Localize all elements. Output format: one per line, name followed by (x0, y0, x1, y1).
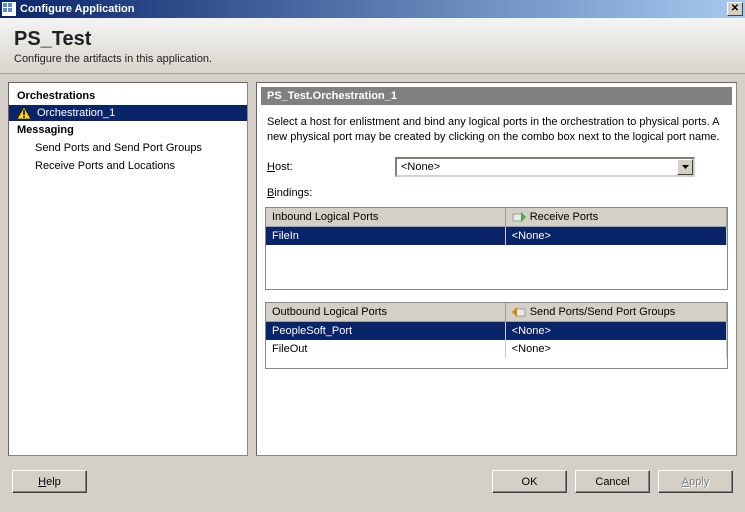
outbound-row-port: PeopleSoft_Port (266, 322, 506, 340)
window-title: Configure Application (20, 3, 727, 15)
bindings-label: Bindings: (261, 185, 732, 201)
apply-button[interactable]: Apply (658, 470, 733, 493)
dialog-header: PS_Test Configure the artifacts in this … (0, 18, 745, 74)
main-area: Orchestrations Orchestration_1 Messaging… (0, 74, 745, 464)
outbound-grid-body: PeopleSoft_Port <None> FileOut <None> (266, 322, 727, 368)
page-subtitle: Configure the artifacts in this applicat… (14, 53, 731, 65)
app-icon (2, 2, 16, 16)
host-row: Host: <None> (261, 155, 732, 179)
outbound-grid: Outbound Logical Ports Send Ports/Send P… (265, 302, 728, 369)
inbound-col-receive: Receive Ports (506, 208, 727, 227)
outbound-col-send: Send Ports/Send Port Groups (506, 303, 727, 322)
content-title: PS_Test.Orchestration_1 (261, 87, 732, 105)
nav-section-orchestrations: Orchestrations (9, 87, 247, 105)
outbound-row[interactable]: PeopleSoft_Port <None> (266, 322, 727, 340)
host-combo[interactable]: <None> (395, 157, 695, 177)
outbound-row-value: <None> (506, 340, 727, 358)
nav-item-receive-ports[interactable]: Receive Ports and Locations (9, 157, 247, 175)
receive-port-icon (512, 211, 526, 223)
title-bar: Configure Application ✕ (0, 0, 745, 18)
nav-item-orchestration-1[interactable]: Orchestration_1 (9, 105, 247, 121)
help-button[interactable]: Help (12, 470, 87, 493)
send-port-icon (512, 306, 526, 318)
inbound-grid: Inbound Logical Ports Receive Ports File… (265, 207, 728, 290)
page-title: PS_Test (14, 28, 731, 51)
outbound-row[interactable]: FileOut <None> (266, 340, 727, 358)
host-combo-value: <None> (401, 161, 677, 173)
inbound-grid-body: FileIn <None> (266, 227, 727, 289)
host-label: Host: (267, 161, 387, 173)
instructions-text: Select a host for enlistment and bind an… (261, 111, 732, 149)
inbound-grid-header: Inbound Logical Ports Receive Ports (266, 208, 727, 227)
inbound-row[interactable]: FileIn <None> (266, 227, 727, 245)
warning-icon (17, 107, 31, 119)
cancel-button[interactable]: Cancel (575, 470, 650, 493)
nav-panel: Orchestrations Orchestration_1 Messaging… (8, 82, 248, 456)
nav-item-send-ports[interactable]: Send Ports and Send Port Groups (9, 139, 247, 157)
button-bar: Help OK Cancel Apply (0, 464, 745, 499)
ok-button[interactable]: OK (492, 470, 567, 493)
close-button[interactable]: ✕ (727, 2, 743, 16)
outbound-row-value: <None> (506, 322, 727, 340)
nav-section-messaging: Messaging (9, 121, 247, 139)
outbound-row-port: FileOut (266, 340, 506, 358)
spacer (95, 470, 484, 493)
inbound-col-logical: Inbound Logical Ports (266, 208, 506, 227)
inbound-row-value: <None> (506, 227, 727, 245)
outbound-grid-header: Outbound Logical Ports Send Ports/Send P… (266, 303, 727, 322)
content-panel: PS_Test.Orchestration_1 Select a host fo… (256, 82, 737, 456)
outbound-col-logical: Outbound Logical Ports (266, 303, 506, 322)
nav-item-label: Orchestration_1 (37, 107, 115, 119)
inbound-row-port: FileIn (266, 227, 506, 245)
combo-dropdown-button[interactable] (677, 159, 693, 175)
